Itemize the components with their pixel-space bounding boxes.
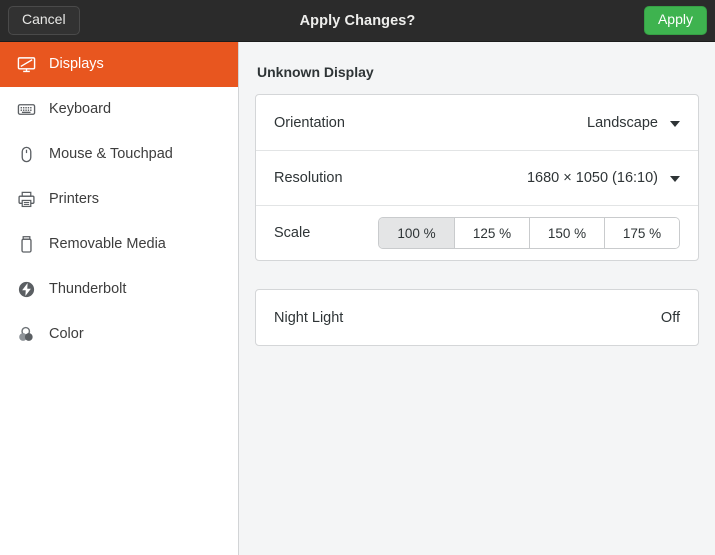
settings-dialog: Cancel Apply Changes? Apply Displays Key… <box>0 0 715 555</box>
orientation-label: Orientation <box>274 114 345 131</box>
usb-drive-icon <box>16 235 36 255</box>
sidebar-item-color[interactable]: Color <box>0 312 238 357</box>
sidebar-item-label: Removable Media <box>49 236 166 253</box>
header-bar: Cancel Apply Changes? Apply <box>0 0 715 42</box>
sidebar-item-displays[interactable]: Displays <box>0 42 238 87</box>
scale-option-125[interactable]: 125 % <box>454 218 529 248</box>
sidebar-item-label: Keyboard <box>49 101 112 118</box>
sidebar: Displays Keyboard Mouse & Touchpad Print… <box>0 42 239 555</box>
sidebar-item-thunderbolt[interactable]: Thunderbolt <box>0 267 238 312</box>
page-title: Unknown Display <box>257 64 374 80</box>
mouse-icon <box>16 145 36 165</box>
thunderbolt-icon <box>16 280 36 300</box>
scale-label: Scale <box>274 225 311 241</box>
cancel-button[interactable]: Cancel <box>8 6 80 35</box>
dialog-title: Apply Changes? <box>299 12 416 29</box>
sidebar-item-label: Color <box>49 326 84 343</box>
night-light-row[interactable]: Night Light Off <box>256 290 698 345</box>
content-area: Unknown Display Orientation Landscape Re… <box>239 42 715 555</box>
night-light-card: Night Light Off <box>255 289 699 346</box>
sidebar-item-removable-media[interactable]: Removable Media <box>0 222 238 267</box>
sidebar-item-keyboard[interactable]: Keyboard <box>0 87 238 132</box>
sidebar-item-label: Printers <box>49 191 99 208</box>
scale-option-175[interactable]: 175 % <box>604 218 679 248</box>
scale-option-100[interactable]: 100 % <box>379 218 454 248</box>
chevron-down-icon <box>670 120 680 127</box>
sidebar-item-label: Displays <box>49 56 104 73</box>
scale-segmented-control[interactable]: 100 % 125 % 150 % 175 % <box>378 217 680 249</box>
chevron-down-icon <box>670 176 680 182</box>
sidebar-item-mouse-touchpad[interactable]: Mouse & Touchpad <box>0 132 238 177</box>
keyboard-icon <box>16 100 36 120</box>
resolution-row[interactable]: Resolution 1680 × 1050 (16:10) <box>256 150 698 205</box>
printer-icon <box>16 190 36 210</box>
night-light-status: Off <box>660 309 680 326</box>
display-settings-card: Orientation Landscape Resolution 1680 × … <box>255 94 699 261</box>
orientation-row[interactable]: Orientation Landscape <box>256 95 698 150</box>
night-light-label: Night Light <box>274 309 344 326</box>
scale-row: Scale 100 % 125 % 150 % 175 % <box>256 205 698 260</box>
color-icon <box>16 325 36 345</box>
display-icon <box>16 55 36 75</box>
sidebar-item-printers[interactable]: Printers <box>0 177 238 222</box>
dialog-body: Displays Keyboard Mouse & Touchpad Print… <box>0 42 715 555</box>
resolution-value: 1680 × 1050 (16:10) <box>526 170 658 186</box>
apply-button[interactable]: Apply <box>643 6 707 35</box>
orientation-value: Landscape <box>587 114 658 131</box>
sidebar-item-label: Thunderbolt <box>49 281 127 298</box>
scale-option-150[interactable]: 150 % <box>529 218 604 248</box>
sidebar-item-label: Mouse & Touchpad <box>49 146 173 163</box>
resolution-label: Resolution <box>274 170 343 186</box>
resolution-dropdown[interactable]: 1680 × 1050 (16:10) <box>527 170 680 186</box>
orientation-dropdown[interactable]: Landscape <box>587 115 680 131</box>
